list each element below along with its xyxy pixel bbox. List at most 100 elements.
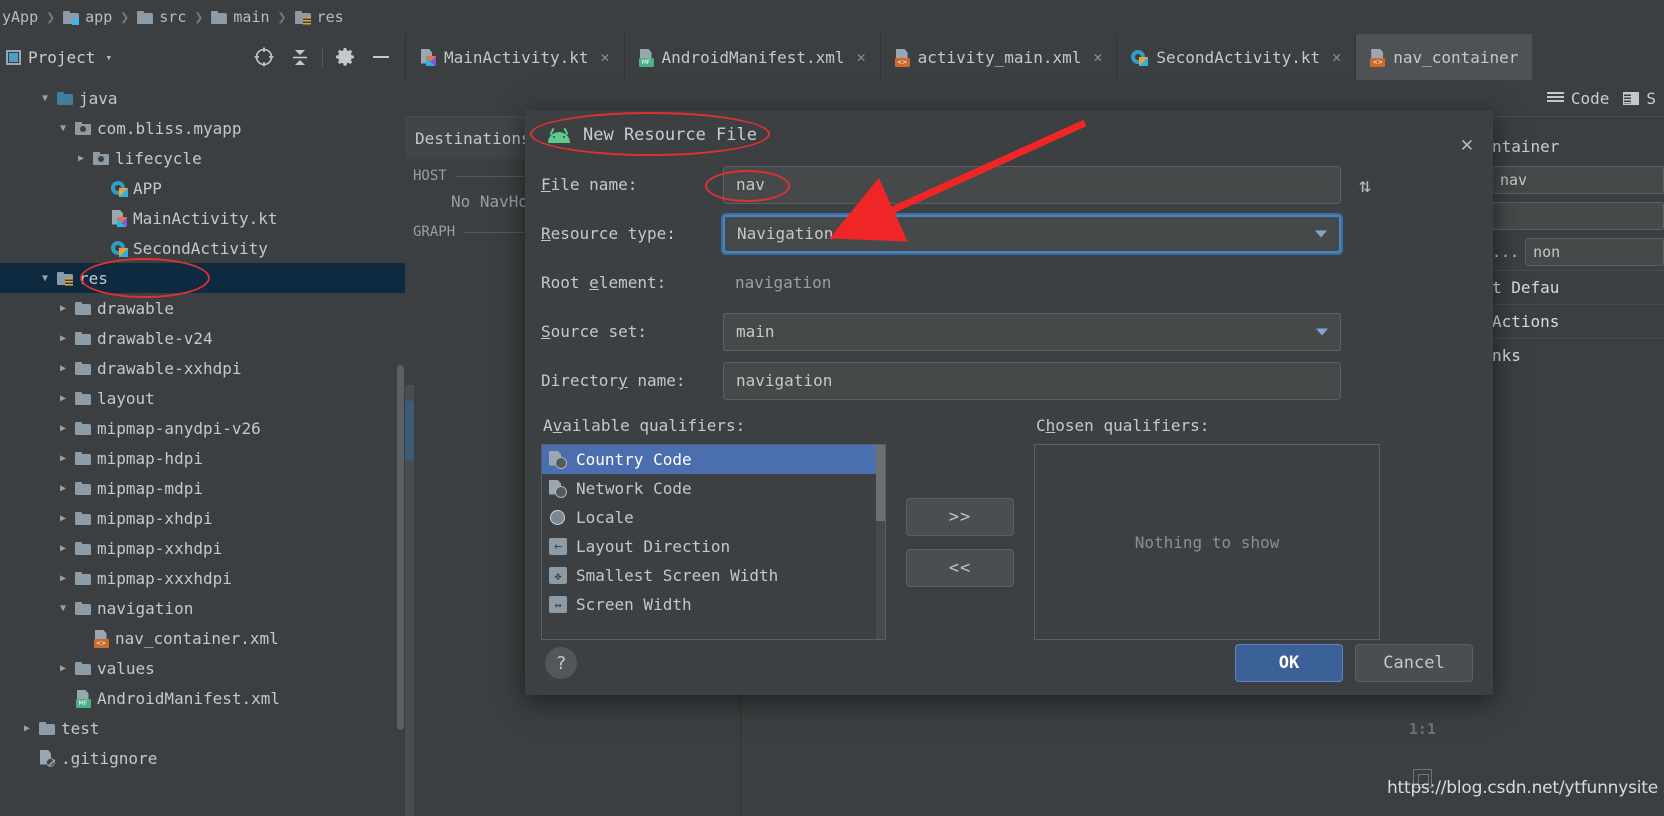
property-none-field[interactable]: non (1525, 238, 1664, 266)
tree-row[interactable]: ▼ res (0, 263, 405, 293)
breadcrumb-item-res[interactable]: res (293, 8, 346, 26)
editor-tab[interactable]: SecondActivity.kt ✕ (1116, 34, 1355, 80)
source-set-select[interactable]: main (723, 312, 1341, 351)
qualifier-list-item[interactable]: ← Layout Direction (542, 532, 885, 561)
property-section-actions[interactable]: Actions (1488, 304, 1664, 338)
tree-row[interactable]: MainActivity.kt (0, 203, 405, 233)
tree-row-label: java (79, 88, 118, 108)
property-row-second[interactable] (1488, 198, 1664, 234)
property-row-id[interactable]: nav (1488, 162, 1664, 198)
tree-row[interactable]: ▼ java (0, 83, 405, 113)
minimize-icon[interactable] (363, 40, 399, 74)
directory-name-input[interactable]: navigation (723, 361, 1341, 400)
target-icon[interactable] (246, 40, 282, 74)
qualifier-list-item[interactable]: ↔ Screen Width (542, 590, 885, 619)
property-id-field[interactable]: nav (1492, 166, 1664, 194)
tree-twisty-icon[interactable]: ▶ (18, 723, 36, 734)
tree-row[interactable]: ▼ com.bliss.myapp (0, 113, 405, 143)
gear-icon[interactable] (327, 40, 363, 74)
tree-row[interactable]: ▼ navigation (0, 593, 405, 623)
collapse-all-icon[interactable] (282, 40, 318, 74)
tree-row[interactable]: ▶ mipmap-mdpi (0, 473, 405, 503)
close-icon[interactable]: ✕ (1332, 48, 1341, 66)
available-list-scroll-thumb[interactable] (876, 445, 885, 521)
add-qualifier-button[interactable]: >> (906, 498, 1014, 536)
editor-mode-toolbar[interactable]: Code S (1546, 80, 1664, 116)
tree-twisty-icon[interactable]: ▶ (54, 513, 72, 524)
tree-twisty-icon[interactable]: ▶ (54, 303, 72, 314)
help-button[interactable]: ? (545, 647, 577, 679)
editor-tab[interactable]: <> nav_container (1355, 34, 1533, 80)
chevron-down-icon[interactable]: ▾ (105, 51, 112, 64)
chosen-qualifiers-list[interactable]: Nothing to show (1034, 444, 1380, 640)
breadcrumb-item-main[interactable]: main (209, 8, 271, 26)
resource-type-select[interactable]: Navigation (723, 214, 1341, 253)
close-icon[interactable]: ✕ (857, 48, 866, 66)
breadcrumb-item-app[interactable]: app (61, 8, 114, 26)
cancel-button[interactable]: Cancel (1355, 644, 1473, 682)
tree-row[interactable]: SecondActivity (0, 233, 405, 263)
close-icon[interactable]: ✕ (601, 48, 610, 66)
editor-tab[interactable]: <> activity_main.xml ✕ (879, 34, 1117, 80)
available-qualifiers-list[interactable]: Country Code Network Code Locale ← Layout Di… (541, 444, 886, 640)
tree-twisty-icon[interactable]: ▼ (36, 93, 54, 104)
close-icon[interactable]: ✕ (1093, 48, 1102, 66)
property-second-field[interactable] (1492, 202, 1664, 230)
tree-row[interactable]: ▶ drawable-xxhdpi (0, 353, 405, 383)
breadcrumb-item-src[interactable]: src (135, 8, 188, 26)
tree-twisty-icon[interactable]: ▼ (54, 603, 72, 614)
tree-twisty-icon[interactable]: ▼ (36, 273, 54, 284)
property-section-default[interactable]: t Defau (1488, 270, 1664, 304)
remove-qualifier-button[interactable]: << (906, 549, 1014, 587)
tab-split[interactable]: S (1623, 89, 1656, 108)
qualifier-list-item[interactable]: Country Code (542, 445, 885, 474)
tree-twisty-icon[interactable]: ▶ (54, 573, 72, 584)
tree-row[interactable]: MF AndroidManifest.xml (0, 683, 405, 713)
destinations-scrollbar-thumb[interactable] (405, 401, 414, 461)
field-row-resource-type: Resource type: Navigation (525, 209, 1493, 258)
tree-row[interactable]: ▶ values (0, 653, 405, 683)
tree-row[interactable]: ▶ drawable-v24 (0, 323, 405, 353)
property-section-links[interactable]: nks (1488, 338, 1664, 372)
qualifier-list-item[interactable]: ✥ Smallest Screen Width (542, 561, 885, 590)
qualifier-list-item[interactable]: Network Code (542, 474, 885, 503)
editor-tab-label: nav_container (1393, 47, 1519, 67)
property-row-none[interactable]: ... non (1488, 234, 1664, 270)
tree-twisty-icon[interactable]: ▶ (54, 663, 72, 674)
tree-row[interactable]: .gitignore (0, 743, 405, 773)
tree-twisty-icon[interactable]: ▶ (54, 393, 72, 404)
sort-toggle-icon[interactable]: ⇅ (1359, 173, 1371, 197)
breadcrumb-item-myapp[interactable]: yApp (0, 8, 40, 26)
tree-twisty-icon[interactable]: ▶ (54, 483, 72, 494)
folder-icon (75, 331, 91, 345)
project-tree-scrollbar[interactable] (397, 365, 404, 730)
tree-row[interactable]: ▶ drawable (0, 293, 405, 323)
tree-row[interactable]: ▶ layout (0, 383, 405, 413)
ok-button[interactable]: OK (1235, 644, 1343, 682)
tree-row[interactable]: <> nav_container.xml (0, 623, 405, 653)
project-tree[interactable]: ▼ java ▼ com.bliss.myapp ▶ lifecycle APP MainAc… (0, 80, 405, 816)
tree-twisty-icon[interactable]: ▶ (54, 333, 72, 344)
editor-tab[interactable]: MainActivity.kt ✕ (405, 34, 624, 80)
tree-row[interactable]: ▶ lifecycle (0, 143, 405, 173)
tree-twisty-icon[interactable]: ▶ (54, 363, 72, 374)
tree-row-label: mipmap-hdpi (97, 448, 203, 468)
tree-twisty-icon[interactable]: ▶ (54, 453, 72, 464)
tree-twisty-icon[interactable]: ▼ (54, 123, 72, 134)
tree-row[interactable]: ▶ mipmap-xxhdpi (0, 533, 405, 563)
qualifier-list-item[interactable]: Locale (542, 503, 885, 532)
close-icon[interactable]: ✕ (1455, 132, 1479, 156)
file-name-input[interactable]: nav (723, 165, 1341, 204)
tree-twisty-icon[interactable]: ▶ (54, 543, 72, 554)
tree-row[interactable]: APP (0, 173, 405, 203)
editor-tab[interactable]: MF AndroidManifest.xml ✕ (623, 34, 880, 80)
tree-row[interactable]: ▶ mipmap-xhdpi (0, 503, 405, 533)
editor-tab-bar[interactable]: MainActivity.kt ✕ MF AndroidManifest.xml ✕ <>… (405, 34, 1664, 80)
tree-row[interactable]: ▶ mipmap-hdpi (0, 443, 405, 473)
tree-twisty-icon[interactable]: ▶ (54, 423, 72, 434)
tree-twisty-icon[interactable]: ▶ (72, 153, 90, 164)
tree-row[interactable]: ▶ mipmap-anydpi-v26 (0, 413, 405, 443)
tab-code[interactable]: Code (1546, 89, 1609, 108)
tree-row[interactable]: ▶ test (0, 713, 405, 743)
tree-row[interactable]: ▶ mipmap-xxxhdpi (0, 563, 405, 593)
